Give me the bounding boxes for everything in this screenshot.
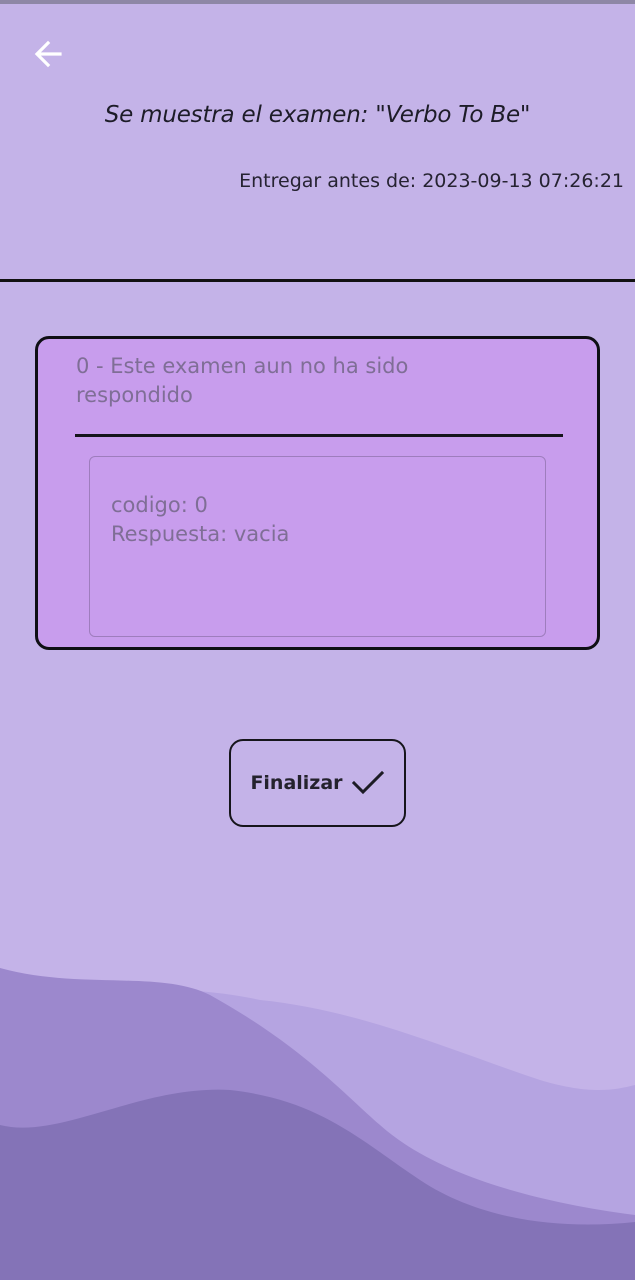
answer-box: codigo: 0 Respuesta: vacia	[89, 456, 546, 637]
arrow-left-icon	[34, 40, 62, 68]
status-strip	[0, 0, 635, 4]
page-title: Se muestra el examen: "Verbo To Be"	[104, 102, 531, 128]
finish-button-label: Finalizar	[250, 772, 343, 794]
back-button[interactable]	[26, 34, 70, 74]
card-divider	[75, 434, 563, 437]
finish-button[interactable]: Finalizar	[229, 739, 406, 827]
answer-response: Respuesta: vacia	[111, 522, 290, 546]
check-icon	[351, 770, 384, 795]
header-divider	[0, 279, 635, 282]
deadline-text: Entregar antes de: 2023-09-13 07:26:21	[239, 170, 624, 192]
answer-card-title: 0 - Este examen aun no ha sido respondid…	[76, 354, 409, 407]
answer-card: 0 - Este examen aun no ha sido respondid…	[35, 336, 600, 650]
answer-code: codigo: 0	[111, 493, 208, 517]
wave-decoration	[0, 968, 635, 1280]
